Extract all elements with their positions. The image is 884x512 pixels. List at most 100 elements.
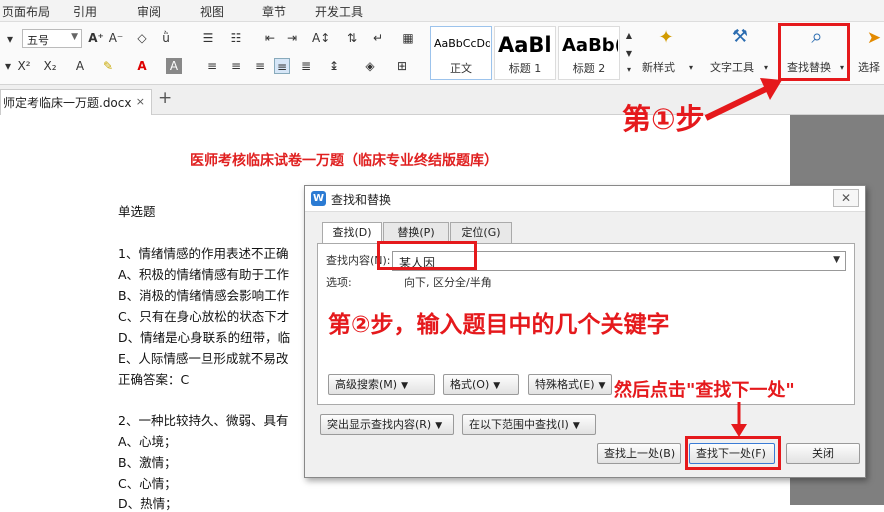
paragraph-mark-icon[interactable]: ↵ bbox=[370, 30, 386, 46]
align-left-icon[interactable]: ≡ bbox=[204, 58, 220, 74]
chevron-down-icon: ▼ bbox=[493, 381, 501, 391]
chevron-down-icon: ▼ bbox=[435, 421, 443, 431]
highlight-results-button[interactable]: 突出显示查找内容(R) ▼ bbox=[320, 414, 454, 435]
doc-line: B、消极的情绪情感会影响工作 bbox=[118, 288, 290, 303]
doc-line: 2、一种比较持久、微弱、具有 bbox=[118, 413, 289, 428]
font-color-icon[interactable]: A bbox=[134, 58, 150, 74]
style-label: 标题 2 bbox=[572, 62, 606, 75]
advanced-search-button[interactable]: 高级搜索(M) ▼ bbox=[328, 374, 435, 395]
menu-chapter[interactable]: 章节 bbox=[262, 3, 286, 20]
phonetic-guide-icon[interactable]: ǜ bbox=[158, 30, 174, 46]
new-style-icon[interactable]: ✦ bbox=[654, 29, 678, 47]
wps-logo-icon: W bbox=[311, 191, 326, 206]
char-shading-icon[interactable]: A bbox=[166, 58, 182, 74]
sort-icon[interactable]: ⇅ bbox=[344, 30, 360, 46]
doc-line: 单选题 bbox=[118, 204, 156, 219]
numbering-icon[interactable]: ☷ bbox=[228, 30, 244, 46]
justify-icon[interactable]: ≡ bbox=[274, 58, 290, 74]
step2-annotation: 第②步，输入题目中的几个关键字 bbox=[328, 312, 670, 338]
decrease-indent-icon[interactable]: ⇤ bbox=[262, 30, 278, 46]
close-button[interactable]: 关闭 bbox=[786, 443, 860, 464]
chevron-down-icon: ▼ bbox=[598, 381, 606, 391]
doc-line: D、情绪是心身联系的纽带，临 bbox=[118, 330, 291, 345]
document-tab[interactable]: 师定考临床一万题.docx × bbox=[0, 89, 152, 115]
style-heading-1[interactable]: AaBl 标题 1 bbox=[494, 26, 556, 80]
chevron-down-icon: ▾ bbox=[689, 63, 694, 72]
button-label: 高级搜索(M) bbox=[335, 378, 398, 391]
chevron-down-icon[interactable]: ▼ bbox=[833, 255, 840, 265]
style-preview: AaBb( bbox=[562, 35, 618, 56]
close-icon[interactable]: ✕ bbox=[833, 189, 859, 207]
style-preview: AaBbCcDd bbox=[434, 37, 490, 50]
special-format-button[interactable]: 特殊格式(E) ▼ bbox=[528, 374, 612, 395]
align-right-icon[interactable]: ≡ bbox=[252, 58, 268, 74]
button-label: 格式(O) bbox=[450, 378, 490, 391]
doc-line: D、热情； bbox=[118, 496, 178, 511]
clear-format-icon[interactable]: ◇ bbox=[134, 30, 150, 46]
doc-line: B、激情； bbox=[118, 455, 177, 470]
borders-icon[interactable]: ⊞ bbox=[394, 58, 410, 74]
menu-review[interactable]: 审阅 bbox=[137, 3, 161, 20]
menu-developer[interactable]: 开发工具 bbox=[315, 3, 363, 20]
options-label: 选项: bbox=[326, 276, 352, 289]
doc-line: A、心境； bbox=[118, 434, 177, 449]
step1-arrow-icon bbox=[704, 78, 782, 121]
select-cursor-icon[interactable]: ➤ bbox=[866, 30, 882, 47]
menu-references[interactable]: 引用 bbox=[73, 3, 97, 20]
menu-bar: 页面布局 引用 审阅 视图 章节 开发工具 bbox=[0, 0, 884, 22]
format-button[interactable]: 格式(O) ▼ bbox=[443, 374, 519, 395]
select-button[interactable]: 选择 bbox=[858, 60, 880, 76]
new-tab-plus-icon[interactable]: + bbox=[158, 88, 172, 108]
align-center-icon[interactable]: ≡ bbox=[228, 58, 244, 74]
tab-find[interactable]: 查找(D) bbox=[322, 222, 382, 244]
bullets-icon[interactable]: ☰ bbox=[200, 30, 216, 46]
document-title: 医师考核临床试卷一万题（临床专业终结版题库） bbox=[190, 153, 498, 169]
font-size-select[interactable]: 五号 ▼ bbox=[22, 29, 82, 48]
text-direction-icon[interactable]: A↕ bbox=[312, 30, 330, 46]
styles-scroll-down-icon[interactable]: ▼ bbox=[621, 46, 637, 62]
document-tab-name: 师定考临床一万题.docx bbox=[3, 96, 132, 110]
styles-scroll-up-icon[interactable]: ▲ bbox=[621, 28, 637, 44]
find-input-highlight bbox=[377, 241, 477, 270]
button-label: 突出显示查找内容(R) bbox=[327, 418, 432, 431]
tab-replace[interactable]: 替换(P) bbox=[383, 222, 449, 243]
doc-line: 1、情绪情感的作用表述不正确 bbox=[118, 246, 289, 261]
paint-bucket-icon[interactable]: ◈ bbox=[362, 58, 378, 74]
style-heading-2[interactable]: AaBb( 标题 2 bbox=[558, 26, 620, 80]
doc-line: 正确答案：C bbox=[118, 372, 190, 387]
doc-line: C、只有在身心放松的状态下才 bbox=[118, 309, 290, 324]
dialog-titlebar: W 查找和替换 ✕ bbox=[305, 186, 865, 212]
style-preview: AaBl bbox=[498, 33, 552, 57]
search-scope-button[interactable]: 在以下范围中查找(I) ▼ bbox=[462, 414, 596, 435]
style-normal[interactable]: AaBbCcDd 正文 bbox=[430, 26, 492, 80]
underline-dropdown-icon[interactable]: ▾ bbox=[2, 31, 18, 47]
chevron-down-icon: ▼ bbox=[71, 32, 78, 42]
superscript-icon[interactable]: X² bbox=[16, 58, 32, 74]
highlight-icon[interactable]: ✎ bbox=[100, 58, 116, 74]
step3-annotation: 然后点击"查找下一处" bbox=[612, 376, 797, 402]
doc-line: E、人际情感一旦形成就不易改 bbox=[118, 351, 289, 366]
shrink-font-icon[interactable]: A⁻ bbox=[108, 30, 124, 46]
menu-view[interactable]: 视图 bbox=[200, 3, 224, 20]
menu-page-layout[interactable]: 页面布局 bbox=[2, 3, 50, 20]
line-spacing-icon[interactable]: ↨ bbox=[326, 58, 342, 74]
styles-more-icon[interactable]: ▾ bbox=[621, 62, 637, 78]
distribute-icon[interactable]: ≣ bbox=[298, 58, 314, 74]
table-icon[interactable]: ▦ bbox=[400, 30, 416, 46]
button-label: 特殊格式(E) bbox=[535, 378, 595, 391]
text-tools-icon[interactable]: ⚒ bbox=[728, 28, 752, 46]
text-effect-icon[interactable]: A bbox=[72, 58, 88, 74]
find-previous-button[interactable]: 查找上一处(B) bbox=[597, 443, 681, 464]
new-style-button[interactable]: 新样式 bbox=[642, 60, 675, 76]
button-label: 在以下范围中查找(I) bbox=[469, 418, 569, 431]
increase-indent-icon[interactable]: ⇥ bbox=[284, 30, 300, 46]
tab-goto[interactable]: 定位(G) bbox=[450, 222, 512, 243]
grow-font-icon[interactable]: A⁺ bbox=[88, 30, 104, 46]
dropdown-icon[interactable]: ▾ bbox=[0, 58, 16, 74]
doc-line: C、心情； bbox=[118, 476, 177, 491]
close-icon[interactable]: × bbox=[136, 95, 145, 108]
subscript-icon[interactable]: X₂ bbox=[42, 58, 58, 74]
step1-annotation: 第①步 bbox=[622, 102, 705, 136]
doc-line: A、积极的情绪情感有助于工作 bbox=[118, 267, 290, 282]
chevron-down-icon: ▼ bbox=[572, 421, 580, 431]
